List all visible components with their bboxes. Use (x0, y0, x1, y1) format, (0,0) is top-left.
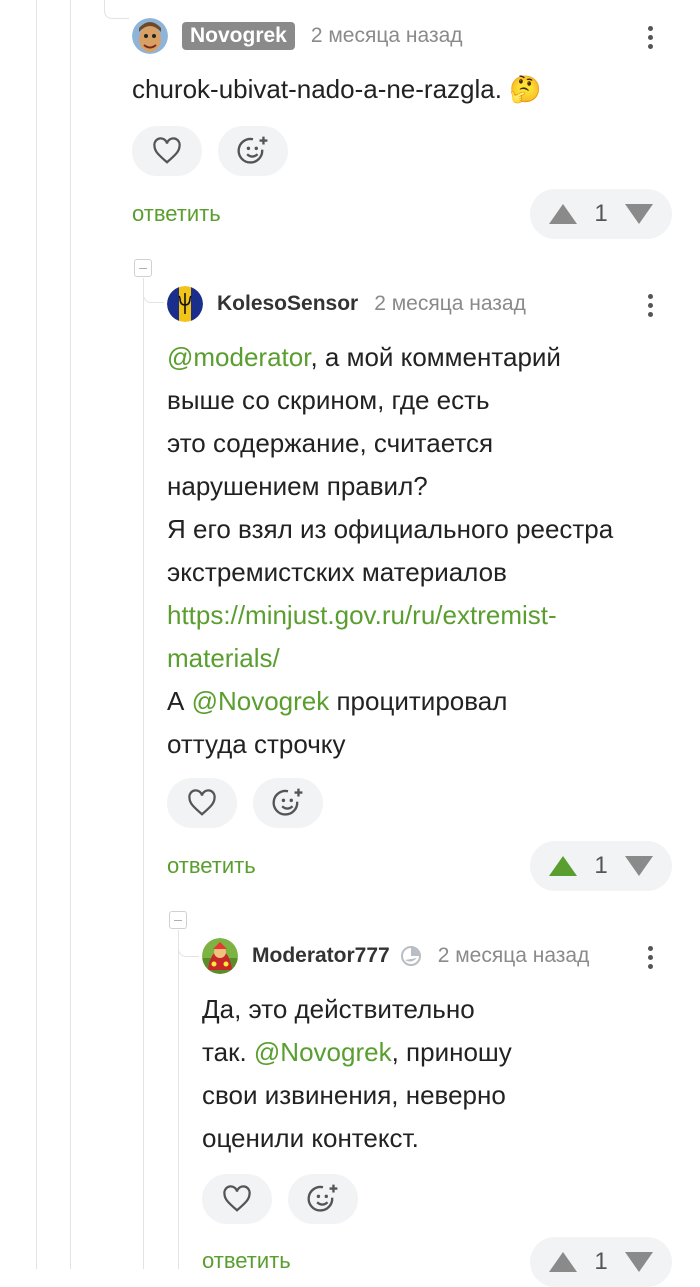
heart-icon (223, 1185, 251, 1212)
avatar[interactable] (132, 18, 168, 54)
rating-widget: 1 (530, 1237, 672, 1287)
text-line: @moderator, а мой комментарий (167, 336, 667, 379)
add-reaction-button[interactable] (288, 1174, 358, 1224)
reply-link[interactable]: ответить (202, 1248, 291, 1274)
thread-line-level1 (36, 0, 37, 1269)
comment-text: Да, это действительно так. @Novogrek, пр… (202, 988, 622, 1160)
avatar[interactable] (202, 938, 238, 974)
kebab-menu-icon[interactable] (648, 290, 654, 321)
kebab-menu-icon[interactable] (648, 942, 654, 973)
like-button[interactable] (132, 126, 202, 176)
thread-line-level4 (143, 278, 144, 1269)
text-span: , приношу (391, 1037, 512, 1067)
timestamp: 2 месяца назад (437, 944, 590, 967)
comment-moderator777: Moderator777 2 месяца назад Да, это дейс… (202, 918, 700, 1287)
moderator-badge-icon (400, 945, 422, 967)
heart-icon (153, 137, 181, 164)
upvote-icon[interactable] (548, 855, 578, 877)
text-line: Я его взял из официального реестра (167, 514, 614, 544)
text-span: А (167, 686, 192, 716)
text-line: нарушением правил? (167, 471, 428, 501)
text-line: Да, это действительно (202, 994, 475, 1024)
text-line: А @Novogrek процитировал (167, 680, 667, 723)
username[interactable]: KolesoSensor (217, 292, 358, 316)
text-line: это содержание, считается (167, 428, 494, 458)
comment-text: churok-ubivat-nado-a-ne-razgla. 🤔 (132, 74, 542, 104)
external-link[interactable]: https://minjust.gov.ru/ru/extremist- (167, 594, 667, 637)
text-line: оценили контекст. (202, 1123, 419, 1153)
collapse-button[interactable] (134, 259, 152, 277)
external-link[interactable]: materials/ (167, 637, 667, 680)
text-line: свои извинения, неверно (202, 1080, 506, 1110)
username[interactable]: Moderator777 (252, 944, 390, 968)
text-line: экстремистских материалов (167, 557, 507, 587)
upvote-icon[interactable] (548, 1251, 578, 1273)
rating-widget: 1 (530, 841, 672, 891)
timestamp: 2 месяца назад (374, 292, 526, 315)
downvote-icon[interactable] (624, 203, 654, 225)
username[interactable]: Novogrek (182, 22, 295, 50)
timestamp: 2 месяца назад (310, 24, 463, 47)
text-line: оттуда строчку (167, 729, 346, 759)
avatar[interactable] (167, 286, 203, 322)
comment-text: @moderator, а мой комментарий выше со ск… (167, 336, 667, 766)
comment-header: KolesoSensor 2 месяца назад (167, 286, 526, 322)
mention-link[interactable]: @Novogrek (254, 1037, 392, 1067)
text-line: выше со скрином, где есть (167, 385, 490, 415)
rating-count: 1 (594, 1248, 608, 1275)
upvote-icon[interactable] (548, 203, 578, 225)
add-reaction-button[interactable] (218, 126, 288, 176)
emoji-add-icon (307, 1184, 338, 1212)
emoji-add-icon (272, 788, 303, 816)
comment-header: Moderator777 2 месяца назад (202, 938, 589, 974)
comment-kolesosensor: KolesoSensor 2 месяца назад @moderator, … (167, 266, 700, 896)
reply-link[interactable]: ответить (167, 853, 256, 879)
thread-line-level5 (178, 930, 179, 1269)
text-span: процитировал (329, 686, 508, 716)
thread-elbow (143, 278, 164, 303)
add-reaction-button[interactable] (253, 778, 323, 828)
text-span: так. (202, 1037, 254, 1067)
rating-count: 1 (594, 200, 608, 227)
emoji-add-icon (237, 136, 268, 164)
comment-novogrek: Novogrek 2 месяца назад churok-ubivat-na… (132, 0, 700, 250)
thread-line-level2 (70, 0, 71, 1269)
rating-count: 1 (594, 852, 608, 879)
downvote-icon[interactable] (624, 855, 654, 877)
thread-elbow (178, 930, 199, 957)
mention-link[interactable]: @Novogrek (192, 686, 330, 716)
text-span: , а мой комментарий (310, 342, 561, 372)
comment-header: Novogrek 2 месяца назад (132, 18, 463, 54)
downvote-icon[interactable] (624, 1251, 654, 1273)
collapse-button[interactable] (169, 911, 187, 929)
rating-widget: 1 (530, 189, 672, 239)
like-button[interactable] (202, 1174, 272, 1224)
like-button[interactable] (167, 778, 237, 828)
kebab-menu-icon[interactable] (648, 22, 654, 53)
text-line: так. @Novogrek, приношу (202, 1031, 622, 1074)
heart-icon (188, 789, 216, 816)
reply-link[interactable]: ответить (132, 201, 221, 227)
mention-link[interactable]: @moderator (167, 342, 310, 372)
thread-elbow (104, 0, 129, 19)
